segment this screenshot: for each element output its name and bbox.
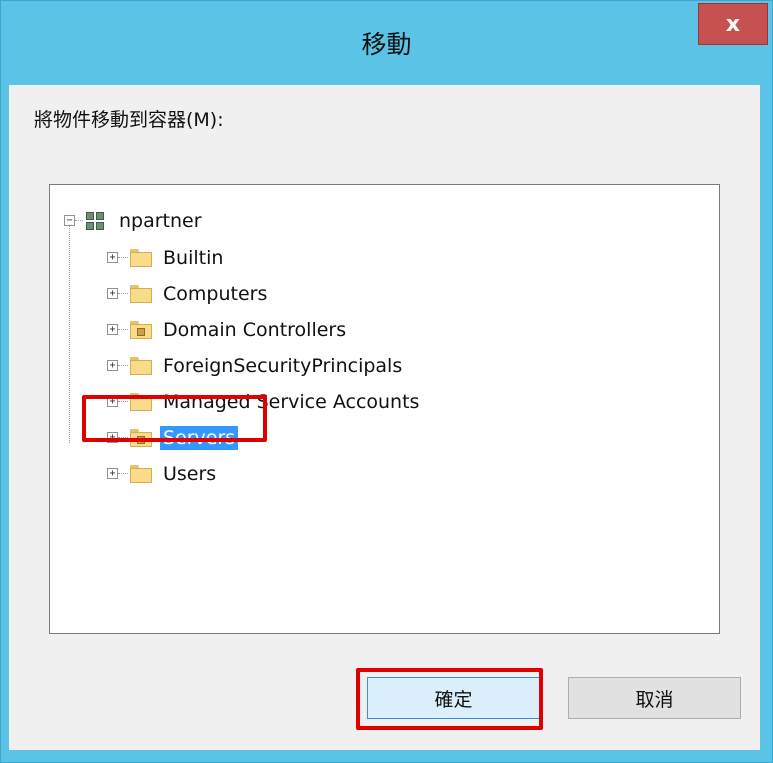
folder-icon	[130, 249, 152, 267]
collapse-toggle-icon[interactable]: −	[64, 215, 75, 226]
expand-toggle-icon[interactable]: +	[107, 360, 118, 371]
tree-connector	[118, 473, 128, 474]
domain-icon	[84, 210, 108, 232]
highlight-box-ok	[356, 668, 543, 730]
tree-node-users[interactable]: Users	[130, 459, 219, 489]
tree-node-label: npartner	[119, 210, 202, 232]
tree-connector	[118, 365, 128, 366]
move-prompt-label: 將物件移動到容器(M):	[34, 109, 224, 131]
tree-connector	[75, 220, 83, 221]
tree-node-computers[interactable]: Computers	[130, 279, 270, 309]
close-button[interactable]: x	[698, 3, 768, 45]
tree-connector	[118, 257, 128, 258]
tree-node-label: Computers	[163, 283, 268, 305]
title-bar[interactable]: 移動 x	[1, 1, 772, 85]
tree-node-domain-controllers[interactable]: Domain Controllers	[130, 315, 349, 345]
folder-icon	[130, 465, 152, 483]
cancel-button[interactable]: 取消	[568, 677, 741, 719]
tree-node-label: ForeignSecurityPrincipals	[163, 355, 403, 377]
tree-node-label: Users	[163, 463, 217, 485]
folder-icon	[130, 285, 152, 303]
dialog-window: 移動 x 將物件移動到容器(M): − npartner + Builtin +…	[0, 0, 773, 763]
close-icon: x	[725, 11, 741, 37]
window-title: 移動	[361, 30, 412, 59]
expand-toggle-icon[interactable]: +	[107, 324, 118, 335]
expand-toggle-icon[interactable]: +	[107, 288, 118, 299]
tree-node-label: Domain Controllers	[163, 319, 347, 341]
folder-icon	[130, 357, 152, 375]
tree-node-label: Builtin	[163, 247, 224, 269]
ou-folder-icon	[130, 321, 152, 339]
expand-toggle-icon[interactable]: +	[107, 252, 118, 263]
tree-connector	[118, 293, 128, 294]
expand-toggle-icon[interactable]: +	[107, 468, 118, 479]
tree-node-foreign-security-principals[interactable]: ForeignSecurityPrincipals	[130, 351, 405, 381]
tree-node-npartner[interactable]: npartner	[84, 206, 205, 236]
tree-connector	[69, 221, 70, 443]
tree-connector	[118, 329, 128, 330]
tree-node-builtin[interactable]: Builtin	[130, 243, 226, 273]
highlight-box-servers	[82, 395, 267, 442]
